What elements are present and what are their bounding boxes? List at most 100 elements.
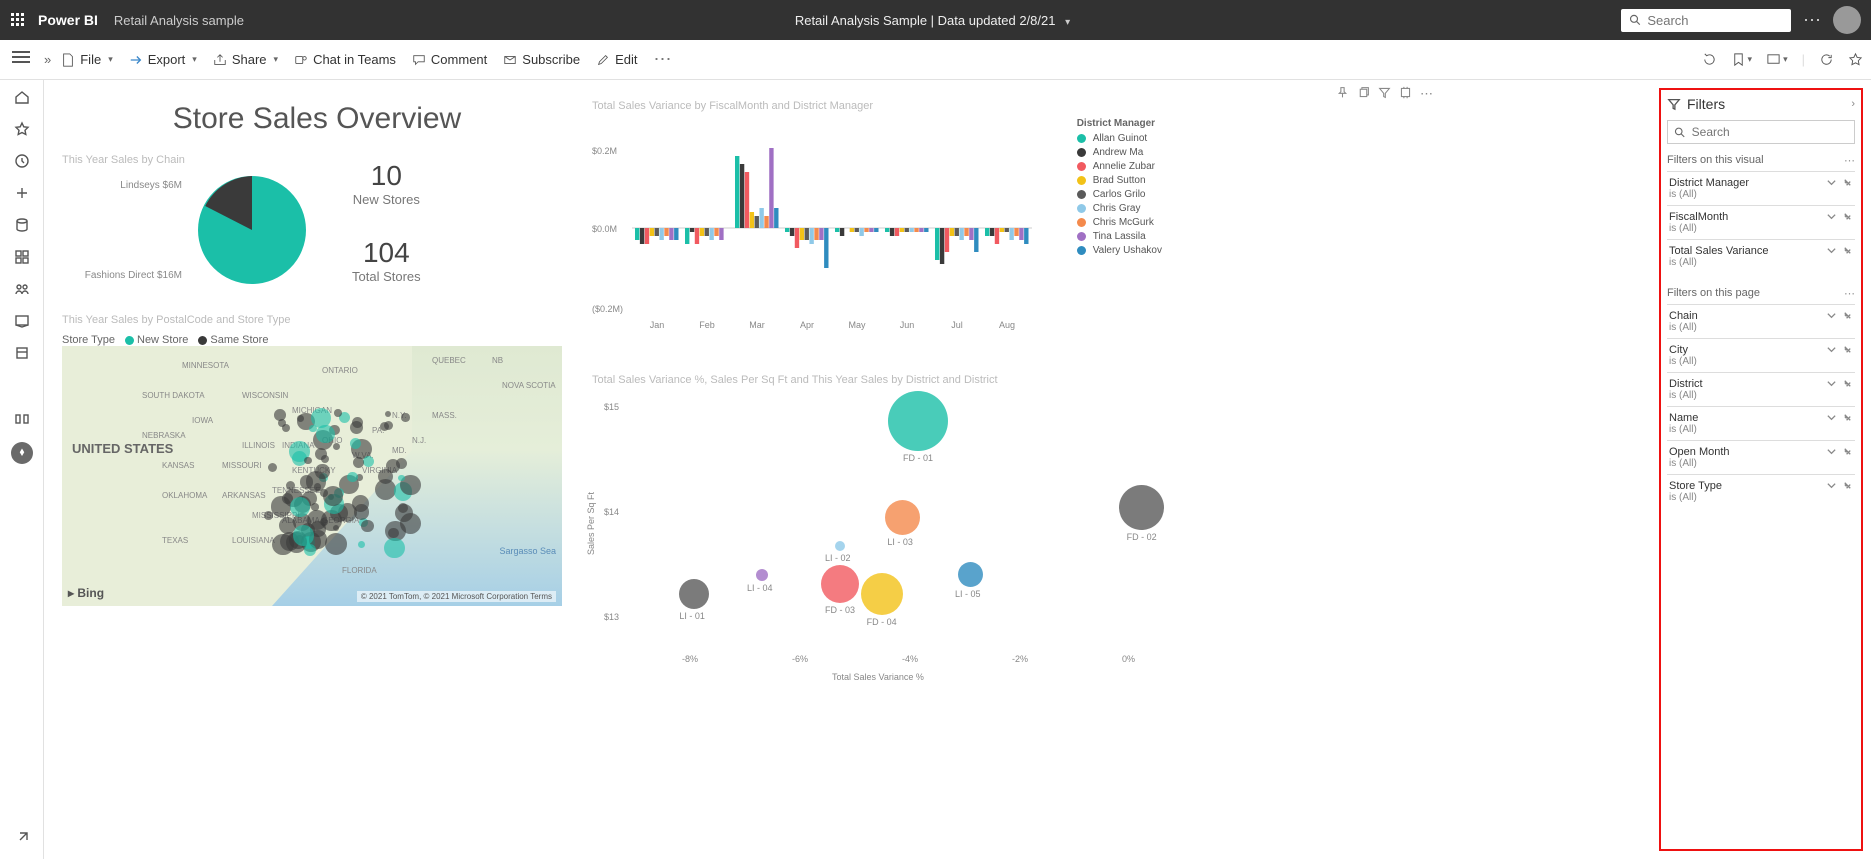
workspace-name[interactable]: Retail Analysis sample xyxy=(114,13,244,28)
visual-more-icon[interactable]: ⋯ xyxy=(1420,86,1433,102)
filters-header[interactable]: Filters › xyxy=(1667,96,1855,112)
refresh-icon[interactable] xyxy=(1819,52,1834,67)
map-store-dot[interactable] xyxy=(396,458,407,469)
map-store-dot[interactable] xyxy=(388,528,398,538)
more-icon[interactable]: ⋯ xyxy=(1803,10,1821,31)
map-store-dot[interactable] xyxy=(306,471,327,492)
datasets-icon[interactable] xyxy=(13,216,31,234)
map-store-dot[interactable] xyxy=(401,413,409,421)
clear-filter-icon[interactable] xyxy=(1842,245,1853,256)
legend-item[interactable]: Allan Guinot xyxy=(1077,133,1162,144)
clear-filter-icon[interactable] xyxy=(1842,480,1853,491)
map-store-dot[interactable] xyxy=(334,409,342,417)
reset-icon[interactable] xyxy=(1702,52,1717,67)
chevron-down-icon[interactable] xyxy=(1826,245,1837,256)
focus-icon[interactable] xyxy=(1399,86,1412,99)
chevron-down-icon[interactable] xyxy=(1826,344,1837,355)
scatter-bubble[interactable] xyxy=(821,565,859,603)
pie-chart[interactable]: Lindseys $6M Fashions Direct $16M xyxy=(62,170,312,290)
scatter-bubble[interactable] xyxy=(835,541,845,551)
map-store-dot[interactable] xyxy=(325,533,347,555)
map-store-dot[interactable] xyxy=(290,497,310,517)
workspaces-icon[interactable] xyxy=(13,344,31,362)
map-store-dot[interactable] xyxy=(358,541,365,548)
map-store-dot[interactable] xyxy=(307,510,327,530)
filter-card[interactable]: Nameis (All) xyxy=(1667,406,1855,440)
avatar[interactable] xyxy=(1833,6,1861,34)
map-store-dot[interactable] xyxy=(398,475,404,481)
map-store-dot[interactable] xyxy=(347,472,358,483)
section-more-icon[interactable]: ⋯ xyxy=(1844,154,1855,167)
shared-icon[interactable] xyxy=(13,280,31,298)
view-menu[interactable]: ▾ xyxy=(1766,52,1788,67)
legend-item[interactable]: Tina Lassila xyxy=(1077,231,1162,242)
scatter-bubble[interactable] xyxy=(958,562,983,587)
map-store-dot[interactable] xyxy=(304,457,311,464)
scatter-bubble[interactable] xyxy=(888,391,948,451)
pin-icon[interactable] xyxy=(1336,86,1349,99)
external-link-icon[interactable] xyxy=(13,829,31,847)
copy-icon[interactable] xyxy=(1357,86,1370,99)
share-menu[interactable]: Share▾ xyxy=(213,52,278,67)
section-more-icon[interactable]: ⋯ xyxy=(1844,287,1855,300)
legend-item[interactable]: Chris McGurk xyxy=(1077,217,1162,228)
chat-teams-button[interactable]: Chat in Teams xyxy=(294,52,396,67)
filters-search[interactable] xyxy=(1667,120,1855,144)
scatter-chart[interactable]: Sales Per Sq Ft $15 $14 $13 -8% -6% -4% … xyxy=(592,392,1152,682)
legend-item[interactable]: Annelie Zubar xyxy=(1077,161,1162,172)
apps-icon[interactable] xyxy=(13,248,31,266)
file-menu[interactable]: File▾ xyxy=(61,52,112,67)
edit-button[interactable]: Edit xyxy=(596,52,637,67)
clear-filter-icon[interactable] xyxy=(1842,177,1853,188)
breadcrumb-center[interactable]: Retail Analysis Sample | Data updated 2/… xyxy=(244,13,1621,28)
bot-icon[interactable] xyxy=(11,442,33,464)
subscribe-button[interactable]: Subscribe xyxy=(503,52,580,67)
nav-toggle-icon[interactable] xyxy=(12,51,30,65)
chevron-down-icon[interactable] xyxy=(1826,412,1837,423)
map-store-dot[interactable] xyxy=(350,438,361,449)
filter-card[interactable]: Store Typeis (All) xyxy=(1667,474,1855,508)
filter-card[interactable]: Open Monthis (All) xyxy=(1667,440,1855,474)
expand-icon[interactable]: » xyxy=(44,52,51,67)
search-input[interactable] xyxy=(1647,13,1783,28)
map-store-dot[interactable] xyxy=(323,486,343,506)
map-store-dot[interactable] xyxy=(309,425,317,433)
scatter-bubble[interactable] xyxy=(885,500,920,535)
scatter-bubble[interactable] xyxy=(861,573,903,615)
bar-chart[interactable]: JanFebMarAprMayJunJulAug $0.2M $0.0M ($0… xyxy=(592,118,1042,348)
kpi-new-stores[interactable]: 10 New Stores xyxy=(352,160,421,207)
kpi-total-stores[interactable]: 104 Total Stores xyxy=(352,237,421,284)
filter-card[interactable]: District Manageris (All) xyxy=(1667,171,1855,205)
map-store-dot[interactable] xyxy=(375,479,396,500)
home-icon[interactable] xyxy=(13,88,31,106)
deployment-icon[interactable] xyxy=(13,410,31,428)
chevron-down-icon[interactable] xyxy=(1826,480,1837,491)
learn-icon[interactable] xyxy=(13,312,31,330)
map-store-dot[interactable] xyxy=(361,520,374,533)
filter-card[interactable]: Total Sales Varianceis (All) xyxy=(1667,239,1855,273)
chevron-down-icon[interactable] xyxy=(1826,310,1837,321)
clear-filter-icon[interactable] xyxy=(1842,412,1853,423)
create-icon[interactable] xyxy=(13,184,31,202)
global-search[interactable] xyxy=(1621,9,1791,32)
map-store-dot[interactable] xyxy=(282,424,290,432)
chevron-down-icon[interactable] xyxy=(1826,211,1837,222)
chevron-down-icon[interactable] xyxy=(1826,378,1837,389)
map-store-dot[interactable] xyxy=(384,538,404,558)
filters-search-input[interactable] xyxy=(1692,125,1848,139)
clear-filter-icon[interactable] xyxy=(1842,446,1853,457)
filter-card[interactable]: FiscalMonthis (All) xyxy=(1667,205,1855,239)
map-store-dot[interactable] xyxy=(380,422,389,431)
legend-item[interactable]: Brad Sutton xyxy=(1077,175,1162,186)
chevron-down-icon[interactable] xyxy=(1826,446,1837,457)
chevron-down-icon[interactable] xyxy=(1826,177,1837,188)
legend-item[interactable]: Chris Gray xyxy=(1077,203,1162,214)
export-menu[interactable]: Export▾ xyxy=(129,52,197,67)
bookmark-menu[interactable]: ▾ xyxy=(1731,52,1753,67)
scatter-bubble[interactable] xyxy=(756,569,768,581)
collapse-icon[interactable]: › xyxy=(1851,98,1855,110)
filter-card[interactable]: Cityis (All) xyxy=(1667,338,1855,372)
filter-card[interactable]: Districtis (All) xyxy=(1667,372,1855,406)
scatter-bubble[interactable] xyxy=(679,579,709,609)
legend-item[interactable]: Andrew Ma xyxy=(1077,147,1162,158)
